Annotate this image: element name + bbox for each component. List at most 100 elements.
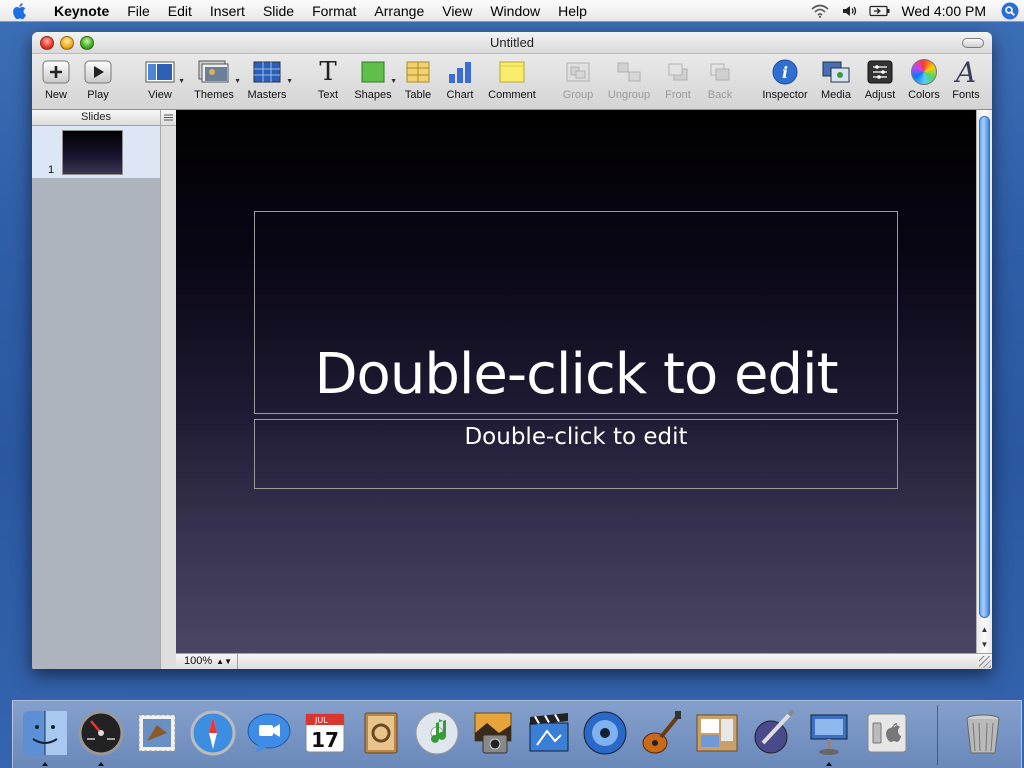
close-button[interactable]: [40, 36, 54, 50]
dock-safari[interactable]: [187, 707, 239, 759]
adjust-icon: [860, 56, 900, 88]
imovie-icon: [529, 713, 569, 752]
title-placeholder-text[interactable]: Double-click to edit: [314, 342, 838, 407]
menu-app-keynote[interactable]: Keynote: [40, 0, 118, 22]
chart-button[interactable]: Chart: [440, 56, 480, 108]
comment-icon: [484, 56, 540, 88]
navigator-menu-icon[interactable]: [161, 110, 176, 126]
boot-camp-icon: [867, 713, 907, 753]
slide[interactable]: Double-click to edit Double-click to edi…: [176, 110, 976, 653]
spotlight-icon[interactable]: [996, 0, 1024, 22]
colors-button[interactable]: Colors: [904, 56, 944, 108]
keynote-window: Untitled New Play ▼ View ▼ Themes ▼ Mast…: [32, 32, 992, 669]
menu-help[interactable]: Help: [549, 0, 596, 22]
menu-slide[interactable]: Slide: [254, 0, 303, 22]
view-button[interactable]: ▼ View: [138, 56, 185, 108]
comment-button[interactable]: Comment: [484, 56, 540, 108]
body-placeholder-text[interactable]: Double-click to edit: [464, 424, 687, 450]
menu-edit[interactable]: Edit: [159, 0, 201, 22]
menu-bar: Keynote File Edit Insert Slide Format Ar…: [0, 0, 1024, 22]
dock-itunes[interactable]: [411, 707, 463, 759]
themes-button[interactable]: ▼ Themes: [190, 56, 241, 108]
menu-file[interactable]: File: [118, 0, 159, 22]
adjust-button[interactable]: Adjust: [860, 56, 900, 108]
fonts-button[interactable]: A Fonts: [948, 56, 984, 108]
vertical-scrollbar[interactable]: ▲ ▼: [976, 110, 992, 653]
menu-window[interactable]: Window: [481, 0, 549, 22]
group-button[interactable]: Group: [558, 56, 598, 108]
table-icon: [400, 56, 436, 88]
slides-header-label: Slides: [81, 111, 111, 123]
shapes-button[interactable]: ▼ Shapes: [352, 56, 397, 108]
text-button[interactable]: T Text: [310, 56, 346, 108]
navigator-splitter[interactable]: [160, 110, 176, 669]
zoom-button[interactable]: [80, 36, 94, 50]
ical-icon: JUL 17: [305, 713, 345, 753]
dock-iweb[interactable]: [691, 707, 743, 759]
dock-address-book[interactable]: [355, 707, 407, 759]
running-indicator-icon: [826, 762, 832, 766]
window-title: Untitled: [489, 35, 535, 50]
play-button[interactable]: Play: [80, 56, 116, 108]
scrollbar-thumb[interactable]: [979, 116, 990, 618]
themes-label: Themes: [194, 89, 234, 101]
menubar-clock[interactable]: Wed 4:00 PM: [895, 3, 996, 19]
battery-icon[interactable]: [865, 0, 895, 22]
ungroup-label: Ungroup: [607, 89, 651, 101]
masters-button[interactable]: ▼ Masters: [244, 56, 293, 108]
play-icon: [80, 56, 116, 88]
dock-trash[interactable]: [957, 707, 1009, 759]
dock-xcode[interactable]: [747, 707, 799, 759]
ungroup-button[interactable]: Ungroup: [602, 56, 656, 108]
body-placeholder-box[interactable]: Double-click to edit: [254, 419, 898, 489]
resize-grip-icon[interactable]: [979, 656, 991, 668]
dock-finder[interactable]: [19, 707, 71, 766]
back-button[interactable]: Back: [702, 56, 738, 108]
scroll-down-arrow-icon[interactable]: ▼: [977, 638, 992, 651]
zoom-stepper-icon: ▲▼: [216, 657, 232, 666]
play-label: Play: [87, 89, 109, 101]
menu-format[interactable]: Format: [303, 0, 365, 22]
zoom-popup[interactable]: 100% ▲▼: [176, 654, 238, 669]
dock-boot-camp[interactable]: [861, 707, 913, 759]
dock-iphoto[interactable]: [467, 707, 519, 759]
apple-menu-icon[interactable]: [0, 0, 40, 22]
table-button[interactable]: Table: [400, 56, 436, 108]
slide-thumbnail[interactable]: [62, 130, 123, 175]
menu-insert[interactable]: Insert: [201, 0, 254, 22]
menu-arrange[interactable]: Arrange: [365, 0, 433, 22]
dock-ical[interactable]: JUL 17: [299, 707, 351, 759]
title-bar[interactable]: Untitled: [32, 32, 992, 54]
slide-canvas[interactable]: Double-click to edit Double-click to edi…: [176, 110, 976, 653]
dock-garageband[interactable]: [635, 707, 687, 759]
bottom-bar: 100% ▲▼: [176, 653, 992, 669]
media-icon: [816, 56, 856, 88]
slides-header: Slides: [32, 110, 160, 126]
idvd-icon: [583, 711, 627, 755]
dock-keynote[interactable]: [803, 707, 855, 766]
media-button[interactable]: Media: [816, 56, 856, 108]
minimize-button[interactable]: [60, 36, 74, 50]
dock-ichat[interactable]: [243, 707, 295, 759]
new-slide-button[interactable]: New: [38, 56, 74, 108]
scroll-up-arrow-icon[interactable]: ▲: [977, 623, 992, 636]
front-button[interactable]: Front: [660, 56, 696, 108]
title-placeholder-box[interactable]: Double-click to edit: [254, 211, 898, 414]
slide-thumbnail-row[interactable]: 1: [32, 126, 160, 178]
menu-view[interactable]: View: [433, 0, 481, 22]
volume-icon[interactable]: [835, 0, 865, 22]
inspector-button[interactable]: i Inspector: [758, 56, 812, 108]
garageband-icon: [642, 711, 681, 754]
dock-imovie[interactable]: [523, 707, 575, 759]
comment-label: Comment: [488, 89, 536, 101]
adjust-label: Adjust: [864, 89, 896, 101]
toolbar-toggle-button[interactable]: [962, 38, 984, 48]
front-label: Front: [665, 89, 691, 101]
bring-front-icon: [660, 56, 696, 88]
wifi-icon[interactable]: [805, 0, 835, 22]
dock-mail[interactable]: [131, 707, 183, 759]
text-label: Text: [317, 89, 339, 101]
dock-idvd[interactable]: [579, 707, 631, 759]
view-label: View: [148, 89, 172, 101]
dock-dashboard[interactable]: [75, 707, 127, 766]
